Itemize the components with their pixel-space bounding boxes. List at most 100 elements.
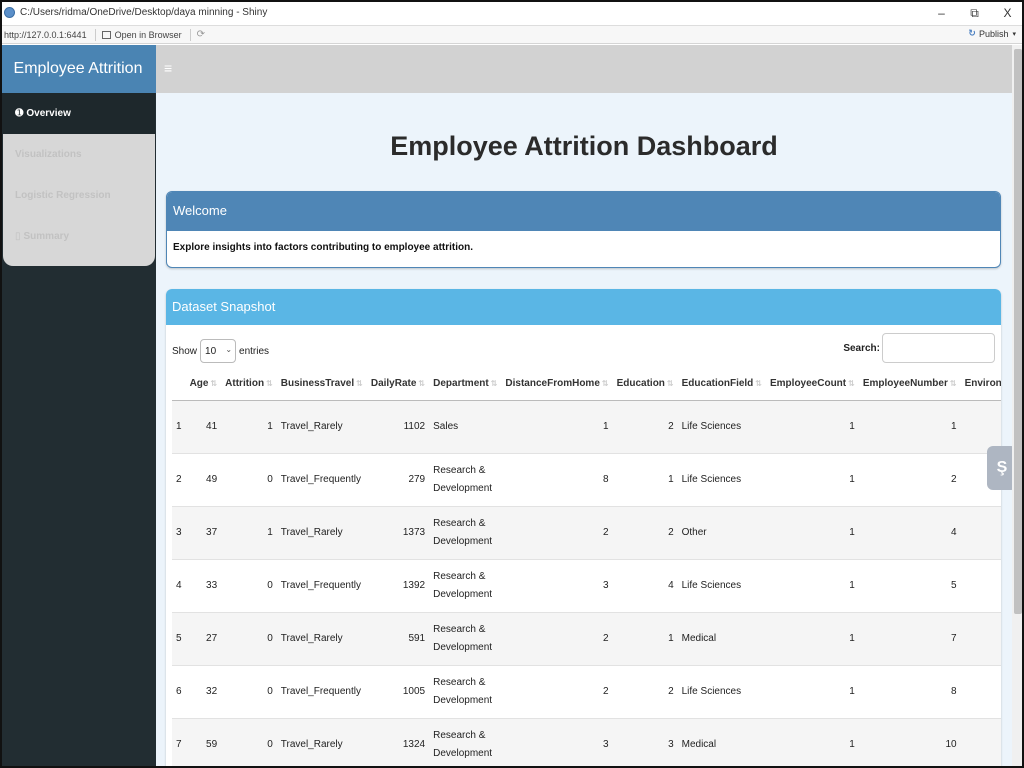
table-cell: 5 bbox=[172, 612, 186, 666]
table-cell: Travel_Frequently bbox=[276, 665, 367, 719]
table-header-row: Age ⇅ Attrition ⇅ BusinessTravel ⇅ DailyRate ⇅ D… bbox=[172, 367, 1001, 401]
table-cell: 1324 bbox=[366, 718, 430, 768]
snapshot-box-header: Dataset Snapshot bbox=[166, 289, 1001, 325]
welcome-box: Welcome Explore insights into factors co… bbox=[166, 191, 1001, 268]
table-cell: Other bbox=[677, 506, 766, 560]
table-row[interactable]: 4 33 0 Travel_Frequently 1392 Research & Deve… bbox=[172, 559, 1001, 613]
sort-icon: ⇅ bbox=[418, 378, 426, 388]
table-cell: 0 bbox=[221, 665, 277, 719]
search-input[interactable] bbox=[882, 333, 995, 363]
table-cell: 7 bbox=[172, 718, 186, 768]
table-row[interactable]: 2 49 0 Travel_Frequently 279 Research & Devel… bbox=[172, 453, 1001, 507]
hamburger-menu-icon[interactable]: ≡ bbox=[164, 60, 172, 76]
table-cell: 2 bbox=[612, 400, 678, 454]
close-button[interactable]: X bbox=[991, 0, 1024, 26]
table-cell: 591 bbox=[366, 612, 430, 666]
table-row[interactable]: 5 27 0 Travel_Rarely 591 Research & Developme… bbox=[172, 612, 1001, 666]
table-cell: 4 bbox=[612, 559, 678, 613]
table-cell: 2 bbox=[172, 453, 186, 507]
window-titlebar: C:/Users/ridma/OneDrive/Desktop/daya min… bbox=[0, 0, 1024, 26]
table-cell: 1 bbox=[766, 718, 859, 768]
column-header[interactable]: Education ⇅ bbox=[612, 367, 678, 401]
column-header[interactable]: Attrition ⇅ bbox=[221, 367, 277, 401]
table-cell: 4 bbox=[172, 559, 186, 613]
sidebar-item-summary[interactable]: ▯ Summary bbox=[3, 216, 155, 257]
table-cell: 3 bbox=[612, 718, 678, 768]
table-cell: 1 bbox=[501, 400, 613, 454]
column-header[interactable]: Age ⇅ bbox=[185, 367, 222, 401]
chevron-down-icon: ▾ bbox=[1012, 30, 1016, 38]
brand-logo[interactable]: Employee Attrition bbox=[0, 45, 156, 93]
vertical-scrollbar[interactable] bbox=[1012, 45, 1024, 768]
entries-select[interactable]: 10 ⌄ bbox=[200, 339, 237, 363]
minimize-button[interactable]: – bbox=[925, 0, 958, 26]
table-cell: 32 bbox=[185, 665, 222, 719]
column-header[interactable]: Department ⇅ bbox=[429, 367, 502, 401]
table-body: 1 41 1 Travel_Rarely 1102 Sales 1 2 Life Science… bbox=[172, 400, 1001, 768]
table-cell: Research & Development bbox=[429, 453, 502, 507]
table-cell: 0 bbox=[221, 559, 277, 613]
restore-button[interactable]: ⧉ bbox=[958, 0, 991, 26]
table-cell bbox=[960, 612, 1001, 666]
table-cell: Research & Development bbox=[429, 718, 502, 768]
scrollbar-thumb[interactable] bbox=[1014, 49, 1022, 614]
welcome-box-body: Explore insights into factors contributi… bbox=[173, 242, 474, 253]
column-header-label: Age bbox=[189, 377, 209, 389]
table-cell: 4 bbox=[858, 506, 961, 560]
table-row[interactable]: 6 32 0 Travel_Frequently 1005 Research & Deve… bbox=[172, 665, 1001, 719]
column-header[interactable]: DistanceFromHome ⇅ bbox=[501, 367, 613, 401]
dashboard-icon: ➊ bbox=[15, 108, 24, 119]
column-header[interactable]: EmployeeCount ⇅ bbox=[766, 367, 859, 401]
table-row[interactable]: 1 41 1 Travel_Rarely 1102 Sales 1 2 Life Science… bbox=[172, 400, 1001, 454]
divider bbox=[189, 28, 191, 41]
table-cell: 59 bbox=[185, 718, 222, 768]
table-row[interactable]: 3 37 1 Travel_Rarely 1373 Research & Developm… bbox=[172, 506, 1001, 560]
sidebar-item-visualizations[interactable]: Visualizations bbox=[3, 134, 155, 175]
table-cell: 1 bbox=[858, 400, 961, 454]
sidebar-item-overview[interactable]: ➊ Overview bbox=[0, 93, 155, 134]
browser-icon bbox=[101, 30, 111, 39]
table-cell: Research & Development bbox=[429, 665, 502, 719]
table-cell: 2 bbox=[612, 506, 678, 560]
table-cell: 49 bbox=[185, 453, 222, 507]
sidebar-item-logistic-regression[interactable]: Logistic Regression bbox=[3, 175, 155, 216]
shiny-app: Employee Attrition ≡ ➊ Overview Visualiz… bbox=[0, 45, 1024, 768]
sort-icon: ⇅ bbox=[490, 378, 498, 388]
sort-icon: ⇅ bbox=[755, 378, 762, 388]
divider bbox=[94, 28, 96, 41]
column-header[interactable]: Environme bbox=[960, 367, 1001, 401]
table-cell: 1 bbox=[766, 400, 859, 454]
table-cell: 1373 bbox=[366, 506, 430, 560]
table-cell: Travel_Rarely bbox=[276, 718, 367, 768]
refresh-icon[interactable]: ⟳ bbox=[197, 29, 205, 40]
column-header[interactable]: BusinessTravel ⇅ bbox=[276, 367, 367, 401]
sidebar-item-label: Logistic Regression bbox=[15, 190, 111, 201]
table-cell: 1102 bbox=[366, 400, 430, 454]
table-cell: Life Sciences bbox=[677, 559, 766, 613]
sort-icon: ⇅ bbox=[848, 378, 855, 388]
sort-icon: ⇅ bbox=[601, 378, 609, 388]
column-header[interactable]: EmployeeNumber ⇅ bbox=[858, 367, 961, 401]
publish-button[interactable]: ↻ Publish ▾ bbox=[968, 28, 1016, 39]
table-cell: 41 bbox=[185, 400, 222, 454]
sort-icon: ⇅ bbox=[210, 378, 218, 388]
document-icon: ▯ bbox=[15, 231, 21, 242]
window-title: C:/Users/ridma/OneDrive/Desktop/daya min… bbox=[20, 7, 268, 18]
column-header[interactable]: DailyRate ⇅ bbox=[366, 367, 430, 401]
dataset-snapshot-box: Dataset Snapshot Show 10 ⌄ entries Searc… bbox=[166, 289, 1001, 768]
table-cell: Travel_Rarely bbox=[276, 506, 367, 560]
sidebar-menu: ➊ Overview Visualizations Logistic Regre… bbox=[0, 93, 155, 266]
column-header[interactable]: EducationField ⇅ bbox=[677, 367, 766, 401]
table-cell: Medical bbox=[677, 718, 766, 768]
publish-label: Publish bbox=[978, 28, 1009, 39]
column-header-index[interactable] bbox=[172, 367, 186, 401]
column-header-label: BusinessTravel bbox=[280, 377, 355, 389]
table-row[interactable]: 7 59 0 Travel_Rarely 1324 Research & Developm… bbox=[172, 718, 1001, 768]
table-cell: Medical bbox=[677, 612, 766, 666]
column-header-label: EmployeeNumber bbox=[862, 377, 948, 389]
table-cell: Research & Development bbox=[429, 506, 502, 560]
table-cell: 2 bbox=[501, 665, 613, 719]
url-text[interactable]: http://127.0.0.1:6441 bbox=[4, 30, 87, 40]
open-in-browser-button[interactable]: Open in Browser bbox=[101, 30, 182, 40]
table-cell: 5 bbox=[858, 559, 961, 613]
